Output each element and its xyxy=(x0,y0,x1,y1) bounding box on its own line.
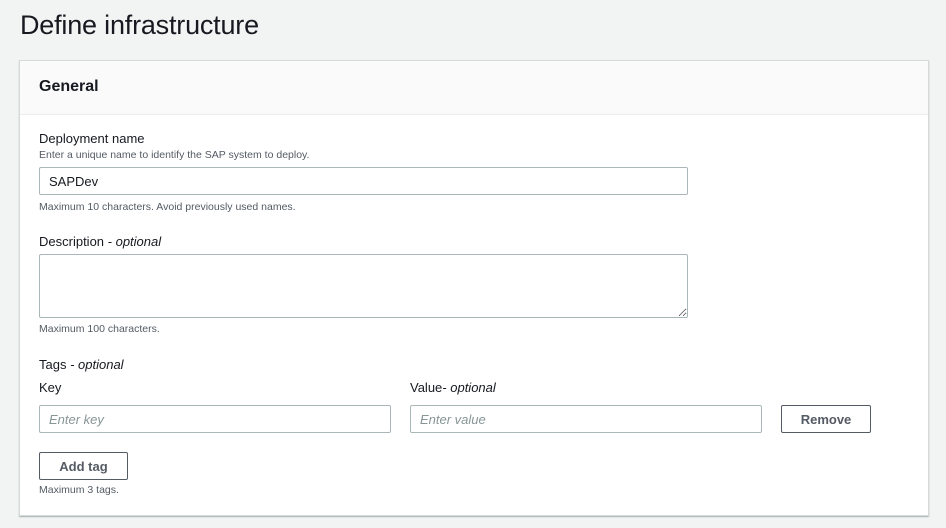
tag-key-input[interactable] xyxy=(39,405,391,433)
description-label-text: Description xyxy=(39,234,105,249)
deployment-name-constraint: Maximum 10 characters. Avoid previously … xyxy=(39,201,296,213)
description-constraint: Maximum 100 characters. xyxy=(39,323,160,335)
tag-value-optional-suffix: - optional xyxy=(442,380,496,395)
deployment-name-input[interactable] xyxy=(39,167,688,195)
tag-value-label-text: Value xyxy=(410,380,443,395)
tags-optional-suffix: - optional xyxy=(70,357,124,372)
description-label: Description - optional xyxy=(39,234,161,249)
deployment-name-description: Enter a unique name to identify the SAP … xyxy=(39,149,310,161)
deployment-name-label: Deployment name xyxy=(39,131,145,146)
add-tag-button[interactable]: Add tag xyxy=(39,452,128,480)
panel-heading: General xyxy=(39,78,99,95)
tag-value-label: Value- optional xyxy=(410,380,496,395)
remove-tag-button[interactable]: Remove xyxy=(781,405,871,433)
description-optional-suffix: - optional xyxy=(107,234,162,249)
description-textarea[interactable] xyxy=(39,254,688,318)
panel-header: General xyxy=(20,61,928,115)
tag-value-input[interactable] xyxy=(410,405,762,433)
tag-key-label: Key xyxy=(39,380,62,395)
tags-label-text: Tags xyxy=(39,357,67,372)
general-panel: General Deployment name Enter a unique n… xyxy=(19,60,929,516)
tags-label: Tags - optional xyxy=(39,357,124,372)
tags-constraint: Maximum 3 tags. xyxy=(39,484,119,496)
page-title: Define infrastructure xyxy=(20,10,259,40)
